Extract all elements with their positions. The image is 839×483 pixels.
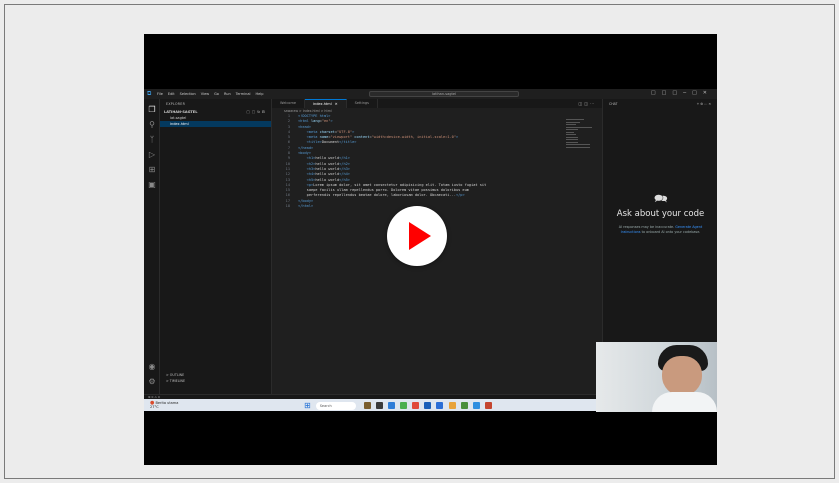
explorer-sidebar: EXPLORER LATIHAN-SAGTEL □□↻⊟ lat.sagtel i…	[160, 99, 272, 394]
tab-label: Welcome	[280, 101, 297, 105]
source-control-icon[interactable]: ᛉ	[144, 135, 160, 144]
explorer-icon[interactable]: ❐	[144, 105, 160, 114]
webcam-overlay	[596, 342, 717, 412]
chat-title: Ask about your code	[616, 209, 705, 219]
sidebar-title: EXPLORER	[166, 102, 186, 106]
video-player[interactable]: ⧉ File Edit Selection View Go Run Terminal Help…	[144, 34, 717, 465]
menu-item[interactable]: Terminal	[236, 92, 251, 96]
taskbar-app-icon[interactable]	[424, 401, 432, 409]
editor-tab[interactable]: Settings	[347, 99, 378, 108]
weather-widget[interactable]: ● Berita utama 27°C	[150, 401, 178, 410]
menu-item[interactable]: Selection	[180, 92, 196, 96]
line-text: perferendis repellendus beatae dolore, l…	[298, 193, 465, 198]
run-debug-icon[interactable]: ▷	[144, 150, 160, 159]
line-number: 18	[285, 204, 290, 209]
close-icon[interactable]: ✕	[335, 102, 338, 106]
play-icon	[409, 222, 431, 250]
menu-item[interactable]: Run	[224, 92, 231, 96]
chat-actions[interactable]: + ⚙ ⋯ ✕	[697, 102, 711, 106]
editor-tab[interactable]: Welcome	[272, 99, 306, 108]
taskbar-app-icon[interactable]	[460, 401, 468, 409]
code-line[interactable]: 18 </html>	[276, 204, 602, 209]
menu-item[interactable]: File	[157, 92, 163, 96]
menu-bar: File Edit Selection View Go Run Terminal Help	[157, 92, 268, 96]
editor-tabs: Welcome index.html ✕ Settings	[272, 99, 602, 108]
taskbar-app-icon[interactable]	[375, 401, 383, 409]
menu-item[interactable]: Go	[214, 92, 219, 96]
taskbar-app-icon[interactable]	[363, 401, 371, 409]
menu-item[interactable]: Edit	[168, 92, 175, 96]
taskbar-search[interactable]: Search	[315, 401, 356, 410]
command-center-search[interactable]: latihan-sagtel	[369, 91, 519, 97]
video-embed-frame: ⧉ File Edit Selection View Go Run Terminal Help…	[4, 4, 835, 479]
vscode-titlebar: ⧉ File Edit Selection View Go Run Terminal Help…	[144, 89, 717, 99]
taskbar-app-icon[interactable]	[436, 401, 444, 409]
chat-subtitle: AI responses may be inaccurate. Generate…	[618, 225, 703, 234]
settings-gear-icon[interactable]: ⚙	[144, 377, 160, 386]
taskbar-app-icon[interactable]	[387, 401, 395, 409]
account-icon[interactable]: ◉	[144, 362, 160, 371]
vscode-logo-icon: ⧉	[147, 90, 152, 97]
activity-bar: ❐ ⚲ ᛉ ▷ ⊞ ▣ ◉ ⚙	[144, 99, 160, 394]
windows-start-icon[interactable]: ⊞	[304, 401, 311, 410]
folder-name: LATIHAN-SAGTEL	[164, 110, 198, 114]
taskbar-app-icon[interactable]	[400, 401, 408, 409]
menu-item[interactable]: Help	[255, 92, 263, 96]
taskbar-app-icon[interactable]	[448, 401, 456, 409]
tab-label: index.html	[313, 102, 332, 106]
chat-bubble-icon: 🗪	[654, 192, 668, 205]
taskbar-app-icon[interactable]	[484, 401, 492, 409]
taskbar-apps	[363, 401, 496, 410]
taskbar-app-icon[interactable]	[412, 401, 420, 409]
youtube-play-button[interactable]	[387, 206, 447, 266]
editor-actions[interactable]: ◫◫⋯	[578, 101, 596, 106]
folder-actions[interactable]: □□↻⊟	[247, 110, 267, 114]
menu-item[interactable]: View	[201, 92, 209, 96]
sidebar-section[interactable]: > TIMELINE	[166, 378, 185, 384]
chat-header: CHAT	[609, 102, 618, 106]
search-icon[interactable]: ⚲	[144, 120, 160, 129]
editor-tab[interactable]: index.html ✕	[305, 99, 347, 108]
window-controls[interactable]: □□□─□✕	[651, 90, 713, 96]
taskbar-app-icon[interactable]	[472, 401, 480, 409]
code-editor[interactable]: 1 <!DOCTYPE html> 2 <html lang="en"> 3 <head>…	[272, 114, 602, 209]
minimap[interactable]	[566, 119, 596, 159]
extensions-icon[interactable]: ⊞	[144, 165, 160, 174]
line-text: </html>	[298, 204, 314, 209]
file-item[interactable]: index.html	[160, 121, 271, 127]
tab-label: Settings	[354, 101, 369, 105]
remote-icon[interactable]: ▣	[144, 180, 160, 189]
